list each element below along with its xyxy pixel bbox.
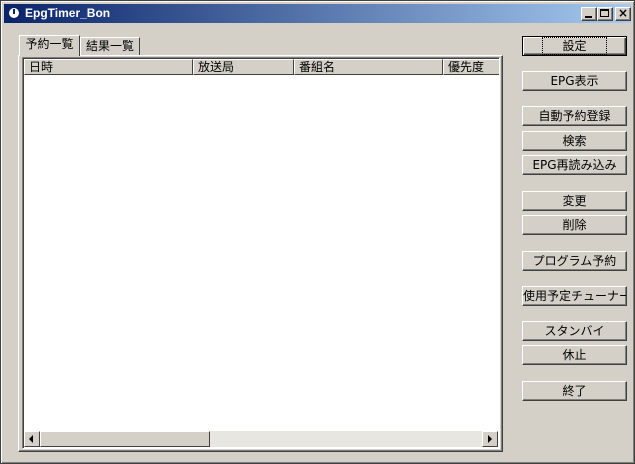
auto-reserve-button[interactable]: 自動予約登録 bbox=[522, 106, 627, 126]
column-header-station[interactable]: 放送局 bbox=[193, 59, 294, 75]
standby-button[interactable]: スタンバイ bbox=[522, 321, 627, 341]
column-header-datetime[interactable]: 日時 bbox=[24, 59, 193, 75]
tab-reservation-list[interactable]: 予約一覧 bbox=[19, 35, 80, 56]
arrow-right-icon bbox=[488, 435, 492, 443]
tuner-usage-button[interactable]: 使用予定チューナー bbox=[522, 286, 627, 306]
column-header-priority[interactable]: 優先度 bbox=[443, 59, 499, 75]
hibernate-button[interactable]: 休止 bbox=[522, 345, 627, 365]
exit-button[interactable]: 終了 bbox=[522, 381, 627, 401]
title-bar[interactable]: EpgTimer_Bon × bbox=[4, 4, 631, 23]
main-window: EpgTimer_Bon × 予約一覧 結果一覧 日時 放送局 番組名 優先度 … bbox=[0, 0, 635, 464]
scroll-left-button[interactable] bbox=[24, 431, 40, 447]
arrow-left-icon bbox=[29, 435, 33, 443]
maximize-button[interactable] bbox=[597, 7, 613, 21]
settings-button-label: 設定 bbox=[542, 37, 607, 55]
close-icon: × bbox=[617, 6, 629, 20]
maximize-icon bbox=[600, 9, 609, 17]
column-header-program[interactable]: 番組名 bbox=[294, 59, 443, 75]
tab-result-list[interactable]: 結果一覧 bbox=[80, 37, 140, 55]
reservation-list[interactable]: 日時 放送局 番組名 優先度 bbox=[22, 57, 500, 449]
scroll-thumb[interactable] bbox=[40, 431, 210, 447]
epg-reload-button[interactable]: EPG再読み込み bbox=[522, 155, 627, 175]
window-title: EpgTimer_Bon bbox=[25, 6, 111, 20]
list-header: 日時 放送局 番組名 優先度 bbox=[24, 59, 499, 75]
close-button[interactable]: × bbox=[615, 6, 631, 21]
horizontal-scrollbar[interactable] bbox=[24, 431, 498, 447]
change-button[interactable]: 変更 bbox=[522, 191, 627, 211]
epg-view-button[interactable]: EPG表示 bbox=[522, 71, 627, 91]
minimize-button[interactable] bbox=[581, 7, 597, 21]
settings-button[interactable]: 設定 bbox=[522, 36, 627, 56]
scroll-right-button[interactable] bbox=[482, 431, 498, 447]
delete-button[interactable]: 削除 bbox=[522, 215, 627, 235]
program-reserve-button[interactable]: プログラム予約 bbox=[522, 251, 627, 271]
clock-icon[interactable] bbox=[7, 6, 21, 20]
search-button[interactable]: 検索 bbox=[522, 131, 627, 151]
minimize-icon bbox=[585, 16, 592, 18]
